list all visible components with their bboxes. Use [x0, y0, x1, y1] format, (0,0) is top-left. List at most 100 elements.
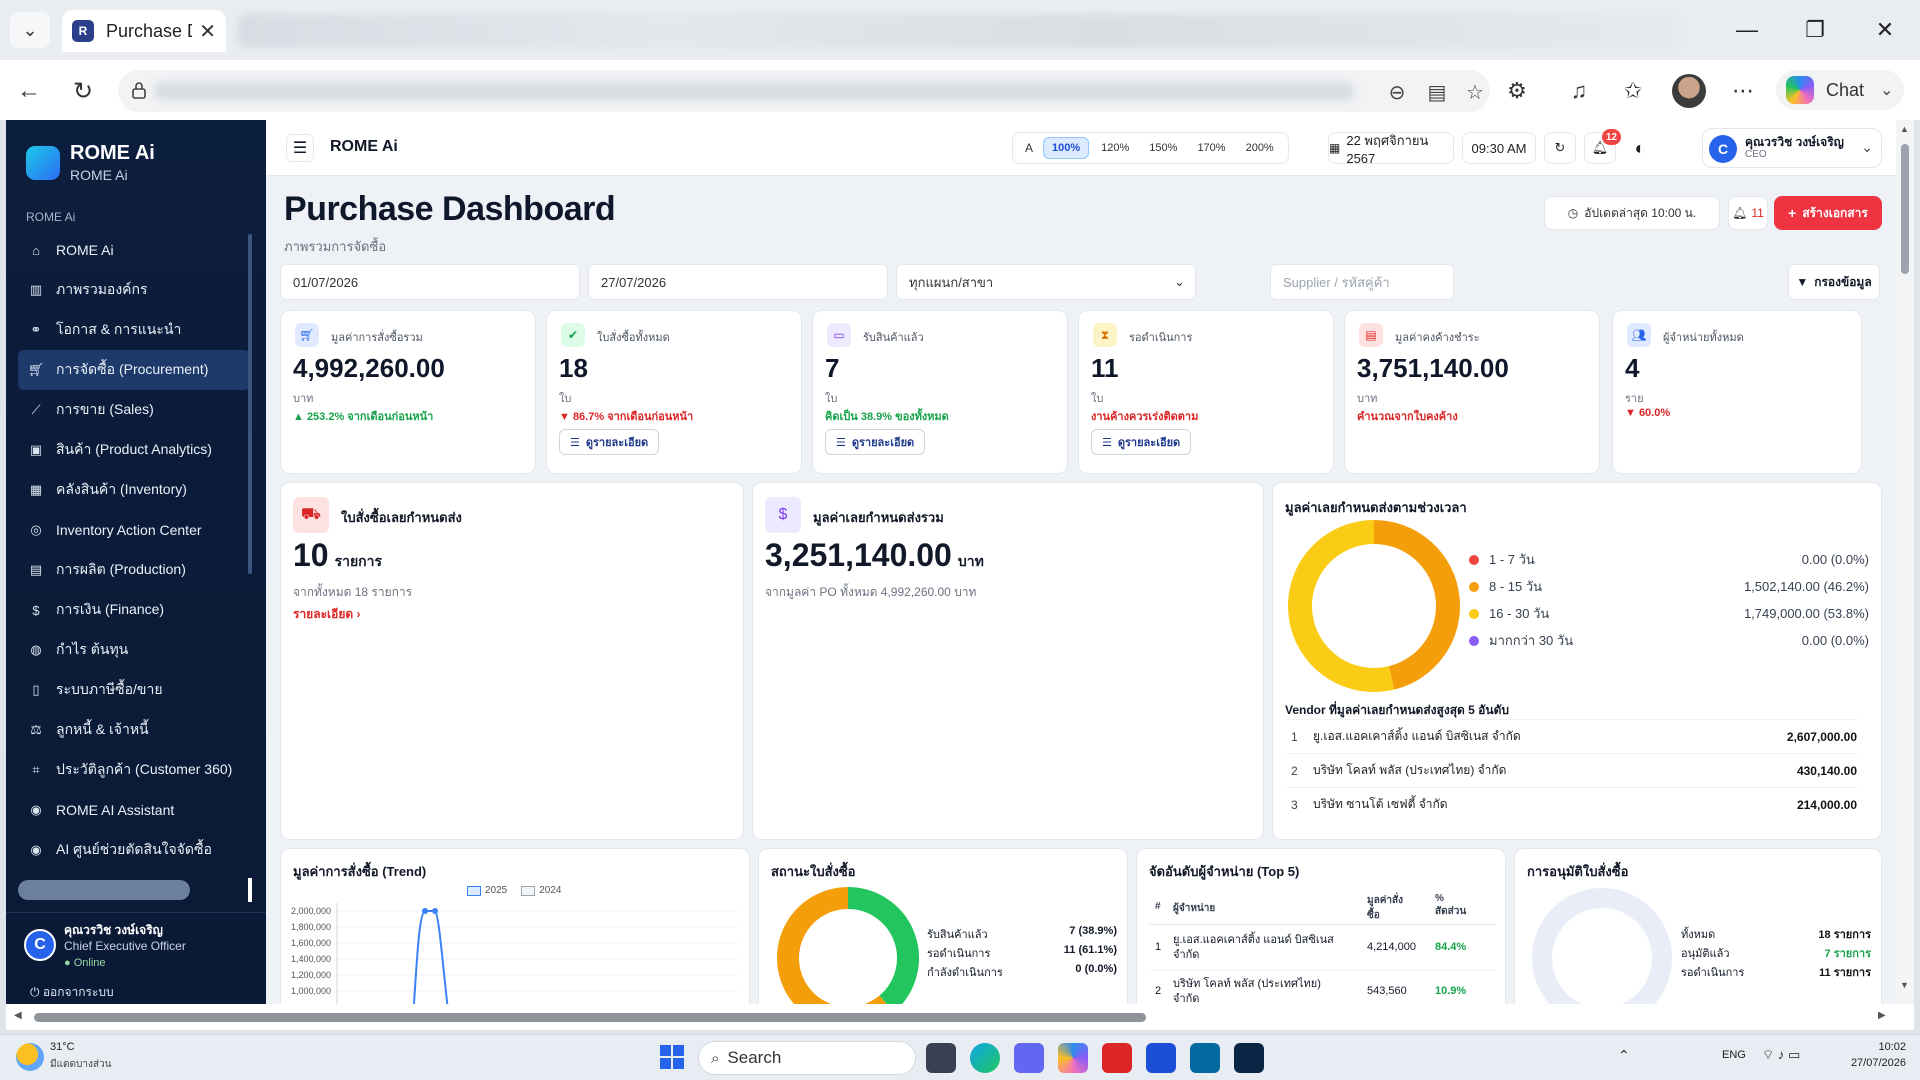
create-document-button[interactable]: + สร้างเอกสาร: [1774, 196, 1882, 230]
sidebar-scrollbar[interactable]: [248, 234, 252, 574]
sidebar-item-8[interactable]: ▤ การผลิต (Production): [18, 550, 250, 590]
language-indicator[interactable]: ENG: [1722, 1049, 1746, 1061]
reader-icon[interactable]: ▤: [1424, 79, 1450, 105]
restore-icon[interactable]: ❐: [1790, 10, 1840, 50]
series-2025-point: [432, 908, 438, 914]
outlook-icon[interactable]: [1190, 1043, 1220, 1073]
theme-toggle[interactable]: ◐: [1624, 132, 1656, 164]
copilot-taskbar-icon[interactable]: [1058, 1043, 1088, 1073]
back-icon[interactable]: ←: [10, 72, 48, 110]
gift-icon[interactable]: [1102, 1043, 1132, 1073]
wifi-volume-battery-icons[interactable]: ⌔ ♪ ▭: [1762, 1047, 1800, 1063]
vertical-scroll-thumb[interactable]: [1901, 144, 1909, 274]
sidebar-item-9[interactable]: $ การเงิน (Finance): [18, 590, 250, 630]
rank-cell: 1: [1155, 941, 1162, 953]
zoom-out-icon[interactable]: ⊖: [1384, 79, 1410, 105]
refresh-button[interactable]: ↻: [1544, 132, 1576, 164]
sidebar-item-2[interactable]: ⚭ โอกาส & การแนะนำ: [18, 310, 250, 350]
store-icon[interactable]: [1146, 1043, 1176, 1073]
close-window-icon[interactable]: ✕: [1860, 10, 1910, 50]
logout-link[interactable]: ⏻ ออกจากระบบ: [30, 983, 114, 1002]
sidebar-item-11[interactable]: ▯ ระบบภาษีซื้อ/ขาย: [18, 670, 250, 710]
chevron-up-icon[interactable]: ⌃: [1618, 1047, 1630, 1064]
tab-list-button[interactable]: ⌄: [10, 12, 50, 48]
branch-select[interactable]: ทุกแผนก/สาขา ⌄: [896, 264, 1196, 300]
photoshop-icon[interactable]: [1234, 1043, 1264, 1073]
table-row[interactable]: 2 บริษัท โคลท์ พลัส (ประเทศไทย) จำกัด 543,…: [1149, 971, 1495, 1004]
teams-icon[interactable]: [1014, 1043, 1044, 1073]
page-subtitle: ภาพรวมการจัดซื้อ: [284, 239, 387, 254]
vendor-row[interactable]: 1 ยู.เอส.แอคเคาส์ติ้ง แอนด์ บิสซิเนส จำกั…: [1287, 719, 1857, 753]
favorite-star-icon[interactable]: ☆: [1462, 79, 1488, 105]
weather-temp: 31°C: [50, 1041, 75, 1053]
minimize-icon[interactable]: —: [1722, 10, 1772, 50]
notification-button[interactable]: 🔔︎ 12: [1584, 129, 1621, 164]
start-windows-icon[interactable]: [660, 1045, 684, 1069]
copilot-chat-button[interactable]: Chat ⌄: [1776, 70, 1904, 110]
sidebar-item-15[interactable]: ◉ AI ศูนย์ช่วยตัดสินใจจัดซื้อ: [18, 830, 250, 870]
zoom-100[interactable]: 100%: [1043, 137, 1090, 159]
user-menu[interactable]: C คุณวรวิช วงษ์เจริญ CEO ⌄: [1702, 128, 1882, 168]
supplier-search-input[interactable]: Supplier / รหัสคู่ค้า: [1270, 264, 1454, 300]
scroll-up-icon[interactable]: ▲: [1900, 124, 1909, 134]
scroll-down-icon[interactable]: ▼: [1900, 980, 1909, 990]
horizontal-scroll-thumb[interactable]: [34, 1013, 1146, 1022]
scroll-left-icon[interactable]: ◀: [14, 1010, 22, 1021]
page-vertical-scrollbar[interactable]: ▲ ▼: [1896, 120, 1914, 1004]
edge-icon[interactable]: [970, 1043, 1000, 1073]
kpi-detail-button[interactable]: ☰ ดูรายละเอียด: [559, 429, 660, 455]
series-2025-line: [412, 910, 449, 1004]
sidebar-item-label: ROME AI Assistant: [56, 802, 175, 818]
kpi-change: ▼ 86.7% จากเดือนก่อนหน้า: [559, 411, 694, 423]
alert-button[interactable]: 🔔︎ 11: [1728, 196, 1768, 230]
date-to-input[interactable]: 27/07/2026: [588, 264, 888, 300]
sidebar-item-5[interactable]: ▣ สินค้า (Product Analytics): [18, 430, 250, 470]
refresh-icon[interactable]: ↻: [64, 72, 102, 110]
zoom-200[interactable]: 200%: [1238, 138, 1282, 158]
kpi-detail-button[interactable]: ☰ ดูรายละเอียด: [1091, 429, 1192, 455]
task-view-icon[interactable]: [926, 1043, 956, 1073]
clock-time[interactable]: 10:02: [1846, 1041, 1906, 1053]
sidebar-item-14[interactable]: ◉ ROME AI Assistant: [18, 790, 250, 830]
weather-icon[interactable]: [16, 1043, 44, 1071]
taskbar-search[interactable]: ⌕ Search: [698, 1041, 916, 1075]
vendor-row[interactable]: 2 บริษัท โคลท์ พลัส (ประเทศไทย) จำกัด 430,…: [1287, 753, 1857, 787]
page-horizontal-scrollbar[interactable]: ◀ ▶: [6, 1004, 1914, 1030]
date-display[interactable]: ▦ 22 พฤศจิกายน 2567: [1328, 132, 1454, 166]
clock-icon: ◷: [1567, 206, 1579, 220]
po-status-row: รอดำเนินการ 11 (61.1%): [927, 944, 1117, 962]
sidebar-item-0[interactable]: ⌂ ROME Ai: [18, 230, 250, 270]
chevron-down-icon[interactable]: ⌄: [1880, 80, 1893, 100]
sidebar-item-13[interactable]: ⌗ ประวัติลูกค้า (Customer 360): [18, 750, 250, 790]
filter-button[interactable]: ▼ กรองข้อมูล: [1788, 264, 1880, 300]
more-icon[interactable]: ⋯: [1726, 74, 1760, 108]
date-from-input[interactable]: 01/07/2026: [280, 264, 580, 300]
media-icon[interactable]: ♫: [1562, 74, 1596, 108]
vendor-row[interactable]: 3 บริษัท ซานโต้ เซฟตี้ จำกัด 214,000.00: [1287, 787, 1857, 821]
browser-tab-active[interactable]: R Purchase D ✕: [62, 10, 226, 52]
po-status-label: รอดำเนินการ: [927, 948, 991, 960]
brand[interactable]: ROME Ai ROME Ai: [26, 142, 155, 183]
sidebar-item-10[interactable]: ◍ กำไร ต้นทุน: [18, 630, 250, 670]
sidebar-item-7[interactable]: ◎ Inventory Action Center: [18, 510, 250, 550]
sidebar-item-3[interactable]: 🛒︎ การจัดซื้อ (Procurement): [18, 350, 250, 390]
zoom-120[interactable]: 120%: [1093, 138, 1137, 158]
profile-avatar[interactable]: [1672, 74, 1706, 108]
zoom-170[interactable]: 170%: [1189, 138, 1233, 158]
sidebar-horizontal-scrollbar[interactable]: [18, 880, 190, 900]
sidebar-item-12[interactable]: ⚖ ลูกหนี้ & เจ้าหนี้: [18, 710, 250, 750]
sidebar-item-1[interactable]: ▥ ภาพรวมองค์กร: [18, 270, 250, 310]
favorites-icon[interactable]: ✩: [1616, 74, 1650, 108]
address-bar[interactable]: ⊖ ▤ ☆: [118, 70, 1490, 112]
clock-date[interactable]: 27/07/2026: [1838, 1057, 1906, 1069]
sidebar-item-6[interactable]: ▦ คลังสินค้า (Inventory): [18, 470, 250, 510]
zoom-150[interactable]: 150%: [1141, 138, 1185, 158]
scroll-right-icon[interactable]: ▶: [1878, 1010, 1886, 1021]
table-row[interactable]: 1 ยู.เอส.แอคเคาส์ติ้ง แอนด์ บิสซิเนส จำกั…: [1149, 927, 1495, 971]
menu-toggle-icon[interactable]: ☰: [286, 134, 314, 162]
extensions-icon[interactable]: ⚙: [1500, 74, 1534, 108]
close-tab-icon[interactable]: ✕: [199, 19, 216, 44]
kpi-detail-button[interactable]: ☰ ดูรายละเอียด: [825, 429, 926, 455]
sidebar-item-4[interactable]: ⟋ การขาย (Sales): [18, 390, 250, 430]
overdue-po-detail-link[interactable]: รายละเอียด ›: [293, 605, 361, 624]
